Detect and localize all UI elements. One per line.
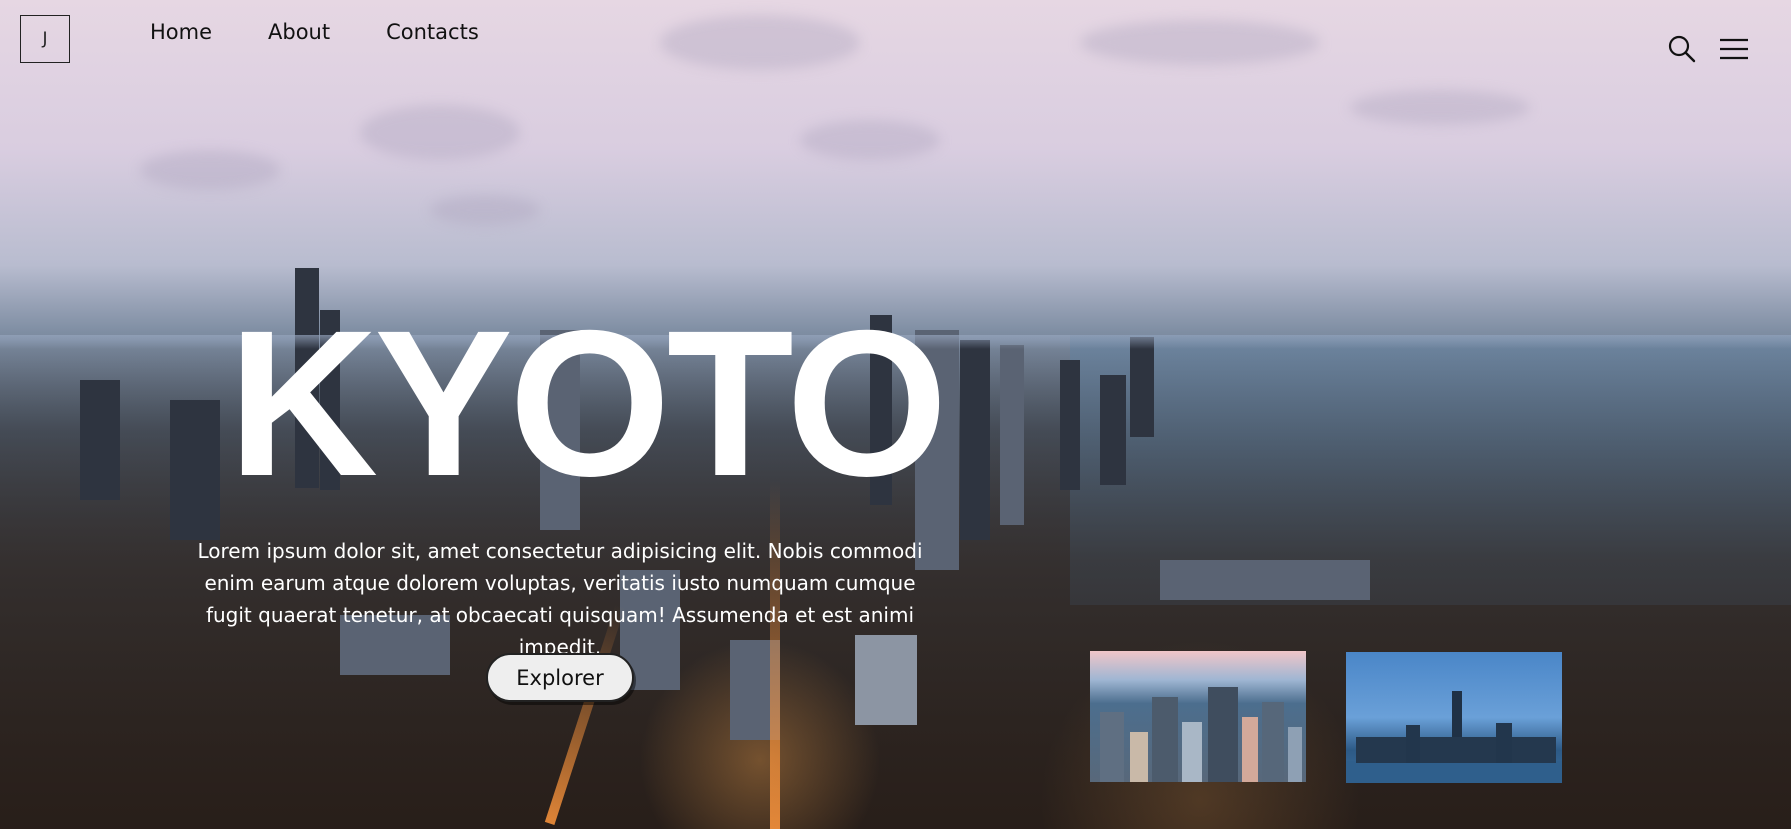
logo-letter: J [42,29,48,49]
hamburger-menu-icon[interactable] [1719,34,1749,64]
nav-link-about[interactable]: About [268,20,330,44]
search-icon[interactable] [1667,34,1697,64]
site-logo[interactable]: J [20,15,70,63]
nav-icons [1667,34,1749,64]
city-thumbnail-1[interactable] [1090,651,1306,782]
nav-link-contacts[interactable]: Contacts [386,20,479,44]
city-thumbnail-2[interactable] [1346,652,1562,783]
hero-section: J Home About Contacts KYOTO Lorem ipsum … [0,0,1791,829]
explorer-button[interactable]: Explorer [486,653,634,702]
nav-link-home[interactable]: Home [150,20,212,44]
hero-title: KYOTO [228,288,948,520]
top-navigation: J Home About Contacts [0,0,1791,70]
hero-description: Lorem ipsum dolor sit, amet consectetur … [197,539,923,659]
nav-menu: Home About Contacts [150,20,535,44]
